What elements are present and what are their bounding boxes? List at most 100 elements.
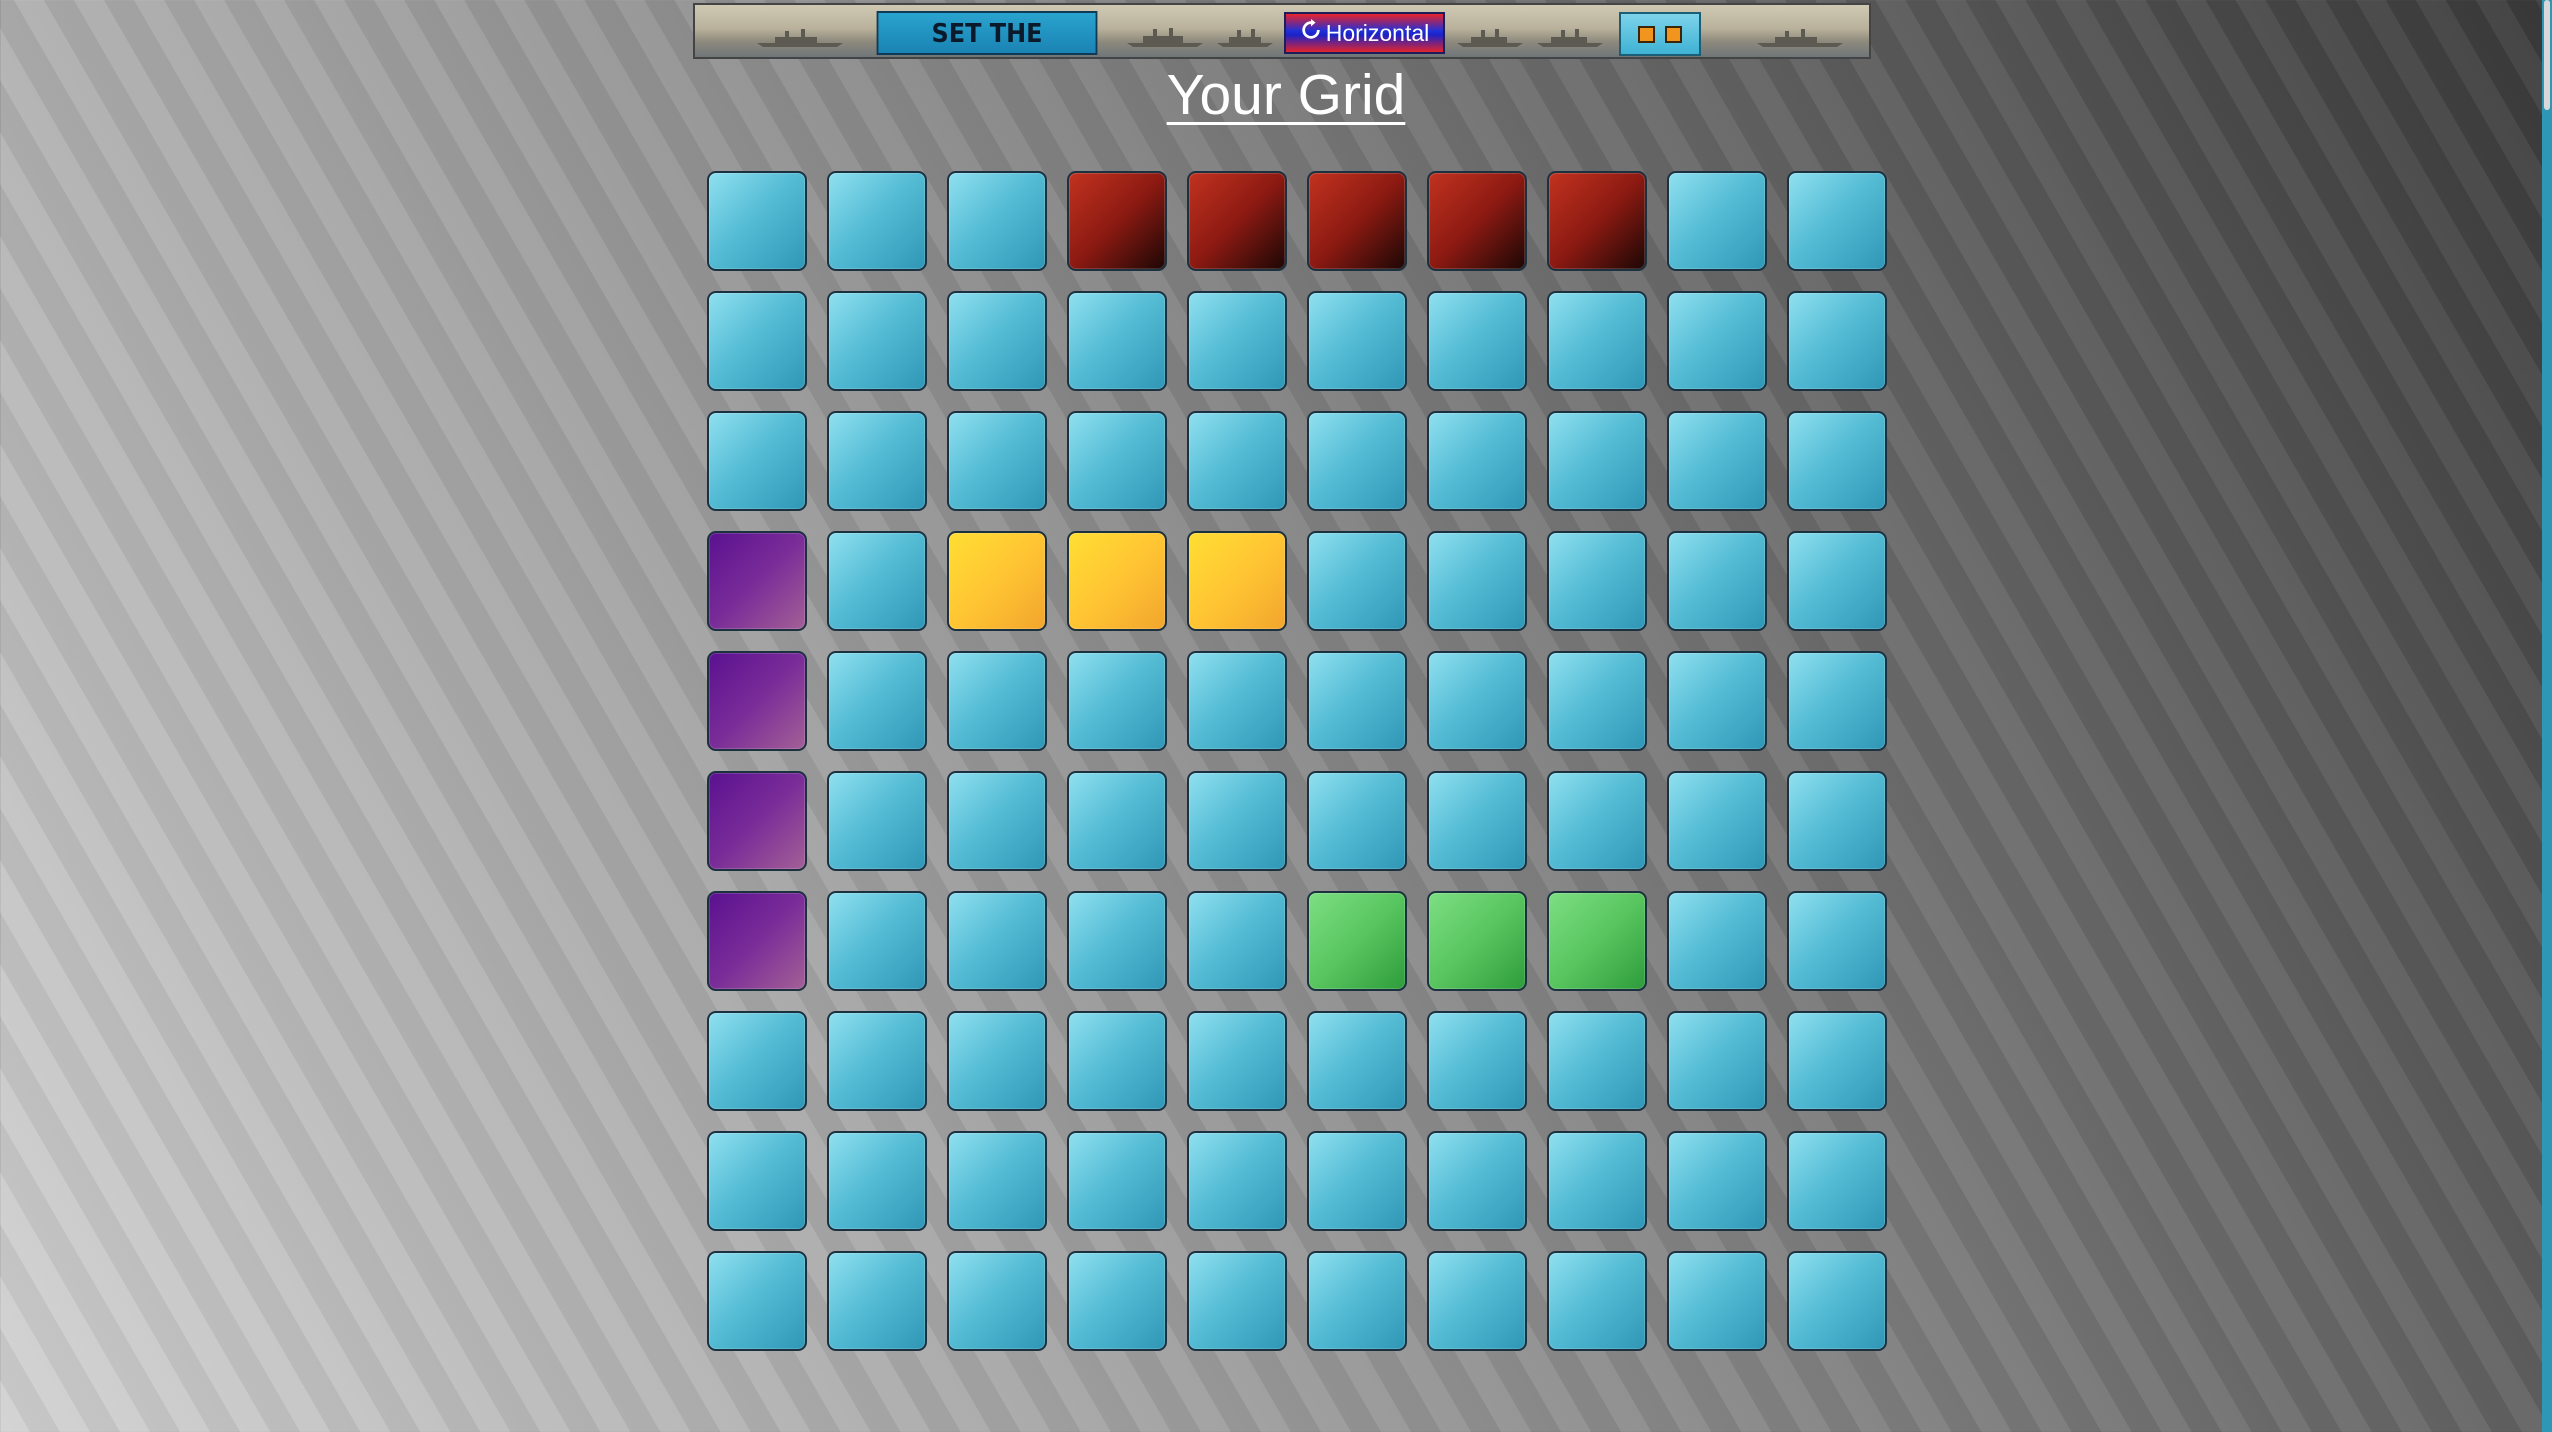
grid-cell-submarine[interactable] xyxy=(1067,531,1167,631)
scrollbar[interactable] xyxy=(2542,0,2552,1432)
grid-cell-water[interactable] xyxy=(1547,411,1647,511)
grid-cell-destroyer[interactable] xyxy=(1307,171,1407,271)
grid-cell-water[interactable] xyxy=(707,1131,807,1231)
grid-cell-battleship[interactable] xyxy=(707,651,807,751)
grid-cell-water[interactable] xyxy=(1787,1011,1887,1111)
grid-cell-water[interactable] xyxy=(1787,291,1887,391)
grid-cell-water[interactable] xyxy=(1667,651,1767,751)
grid-cell-water[interactable] xyxy=(1187,1251,1287,1351)
grid-cell-cruiser[interactable] xyxy=(1547,891,1647,991)
set-ship-button[interactable]: SET THE DESTROYER xyxy=(876,11,1098,55)
grid-cell-water[interactable] xyxy=(947,171,1047,271)
grid-cell-water[interactable] xyxy=(1067,1251,1167,1351)
grid-cell-water[interactable] xyxy=(827,1251,927,1351)
grid-cell-water[interactable] xyxy=(827,171,927,271)
grid-cell-submarine[interactable] xyxy=(1187,531,1287,631)
grid-cell-water[interactable] xyxy=(1547,1011,1647,1111)
grid-cell-submarine[interactable] xyxy=(947,531,1047,631)
grid-cell-water[interactable] xyxy=(827,1011,927,1111)
grid-cell-destroyer[interactable] xyxy=(1547,171,1647,271)
grid-cell-water[interactable] xyxy=(1067,771,1167,871)
grid-cell-water[interactable] xyxy=(827,531,927,631)
grid-cell-water[interactable] xyxy=(1427,411,1527,511)
grid-cell-water[interactable] xyxy=(827,411,927,511)
grid-cell-water[interactable] xyxy=(1067,411,1167,511)
grid-cell-water[interactable] xyxy=(1667,531,1767,631)
grid-cell-water[interactable] xyxy=(1307,411,1407,511)
grid-cell-water[interactable] xyxy=(1187,1131,1287,1231)
grid-cell-water[interactable] xyxy=(1427,291,1527,391)
grid-cell-water[interactable] xyxy=(1787,771,1887,871)
grid-cell-water[interactable] xyxy=(1067,1131,1167,1231)
grid-cell-water[interactable] xyxy=(1667,771,1767,871)
grid-cell-water[interactable] xyxy=(1547,531,1647,631)
grid-cell-cruiser[interactable] xyxy=(1427,891,1527,991)
grid-cell-water[interactable] xyxy=(1667,1011,1767,1111)
grid-cell-water[interactable] xyxy=(1067,891,1167,991)
grid-cell-water[interactable] xyxy=(1307,1131,1407,1231)
grid-cell-water[interactable] xyxy=(1547,291,1647,391)
grid-cell-water[interactable] xyxy=(1667,891,1767,991)
grid-cell-destroyer[interactable] xyxy=(1187,171,1287,271)
grid-cell-water[interactable] xyxy=(1787,171,1887,271)
grid-cell-water[interactable] xyxy=(1307,1251,1407,1351)
grid-cell-water[interactable] xyxy=(1307,651,1407,751)
grid-cell-water[interactable] xyxy=(1667,171,1767,271)
grid-cell-water[interactable] xyxy=(707,1011,807,1111)
grid-cell-water[interactable] xyxy=(827,771,927,871)
grid-cell-water[interactable] xyxy=(947,1251,1047,1351)
grid-cell-water[interactable] xyxy=(1427,1011,1527,1111)
grid-cell-water[interactable] xyxy=(827,291,927,391)
grid-cell-water[interactable] xyxy=(1547,1251,1647,1351)
grid-cell-water[interactable] xyxy=(947,651,1047,751)
grid-cell-water[interactable] xyxy=(1667,1251,1767,1351)
grid-cell-water[interactable] xyxy=(707,291,807,391)
grid-cell-water[interactable] xyxy=(1547,771,1647,871)
grid-cell-water[interactable] xyxy=(1427,771,1527,871)
grid-cell-water[interactable] xyxy=(1787,891,1887,991)
grid-cell-water[interactable] xyxy=(1187,891,1287,991)
grid-cell-water[interactable] xyxy=(707,411,807,511)
grid-cell-water[interactable] xyxy=(827,1131,927,1231)
grid-cell-water[interactable] xyxy=(1427,531,1527,631)
grid-cell-water[interactable] xyxy=(947,891,1047,991)
grid-cell-water[interactable] xyxy=(1787,411,1887,511)
grid-cell-water[interactable] xyxy=(1667,291,1767,391)
grid-cell-battleship[interactable] xyxy=(707,891,807,991)
grid-cell-water[interactable] xyxy=(1187,411,1287,511)
grid-cell-water[interactable] xyxy=(947,411,1047,511)
grid-cell-water[interactable] xyxy=(827,891,927,991)
orientation-toggle-button[interactable]: Horizontal xyxy=(1284,12,1445,54)
grid-cell-destroyer[interactable] xyxy=(1067,171,1167,271)
grid-cell-water[interactable] xyxy=(947,771,1047,871)
grid-cell-water[interactable] xyxy=(947,1131,1047,1231)
grid-cell-water[interactable] xyxy=(707,171,807,271)
grid-cell-water[interactable] xyxy=(1187,291,1287,391)
grid-cell-water[interactable] xyxy=(1667,1131,1767,1231)
grid-cell-water[interactable] xyxy=(1787,651,1887,751)
grid-cell-water[interactable] xyxy=(1427,1131,1527,1231)
grid-cell-water[interactable] xyxy=(1307,291,1407,391)
grid-cell-water[interactable] xyxy=(1067,651,1167,751)
grid-cell-water[interactable] xyxy=(1307,771,1407,871)
grid-cell-water[interactable] xyxy=(1187,1011,1287,1111)
grid-cell-water[interactable] xyxy=(707,1251,807,1351)
grid-cell-destroyer[interactable] xyxy=(1427,171,1527,271)
grid-cell-water[interactable] xyxy=(1547,651,1647,751)
scrollbar-thumb[interactable] xyxy=(2544,0,2550,110)
grid-cell-water[interactable] xyxy=(947,1011,1047,1111)
grid-cell-water[interactable] xyxy=(827,651,927,751)
grid-cell-water[interactable] xyxy=(1787,1131,1887,1231)
grid-cell-water[interactable] xyxy=(1547,1131,1647,1231)
grid-cell-water[interactable] xyxy=(1427,1251,1527,1351)
grid-cell-water[interactable] xyxy=(1427,651,1527,751)
grid-cell-cruiser[interactable] xyxy=(1307,891,1407,991)
grid-cell-battleship[interactable] xyxy=(707,531,807,631)
grid-cell-battleship[interactable] xyxy=(707,771,807,871)
grid-cell-water[interactable] xyxy=(947,291,1047,391)
grid-cell-water[interactable] xyxy=(1067,291,1167,391)
grid-cell-water[interactable] xyxy=(1187,771,1287,871)
grid-cell-water[interactable] xyxy=(1307,1011,1407,1111)
grid-cell-water[interactable] xyxy=(1067,1011,1167,1111)
grid-cell-water[interactable] xyxy=(1787,1251,1887,1351)
